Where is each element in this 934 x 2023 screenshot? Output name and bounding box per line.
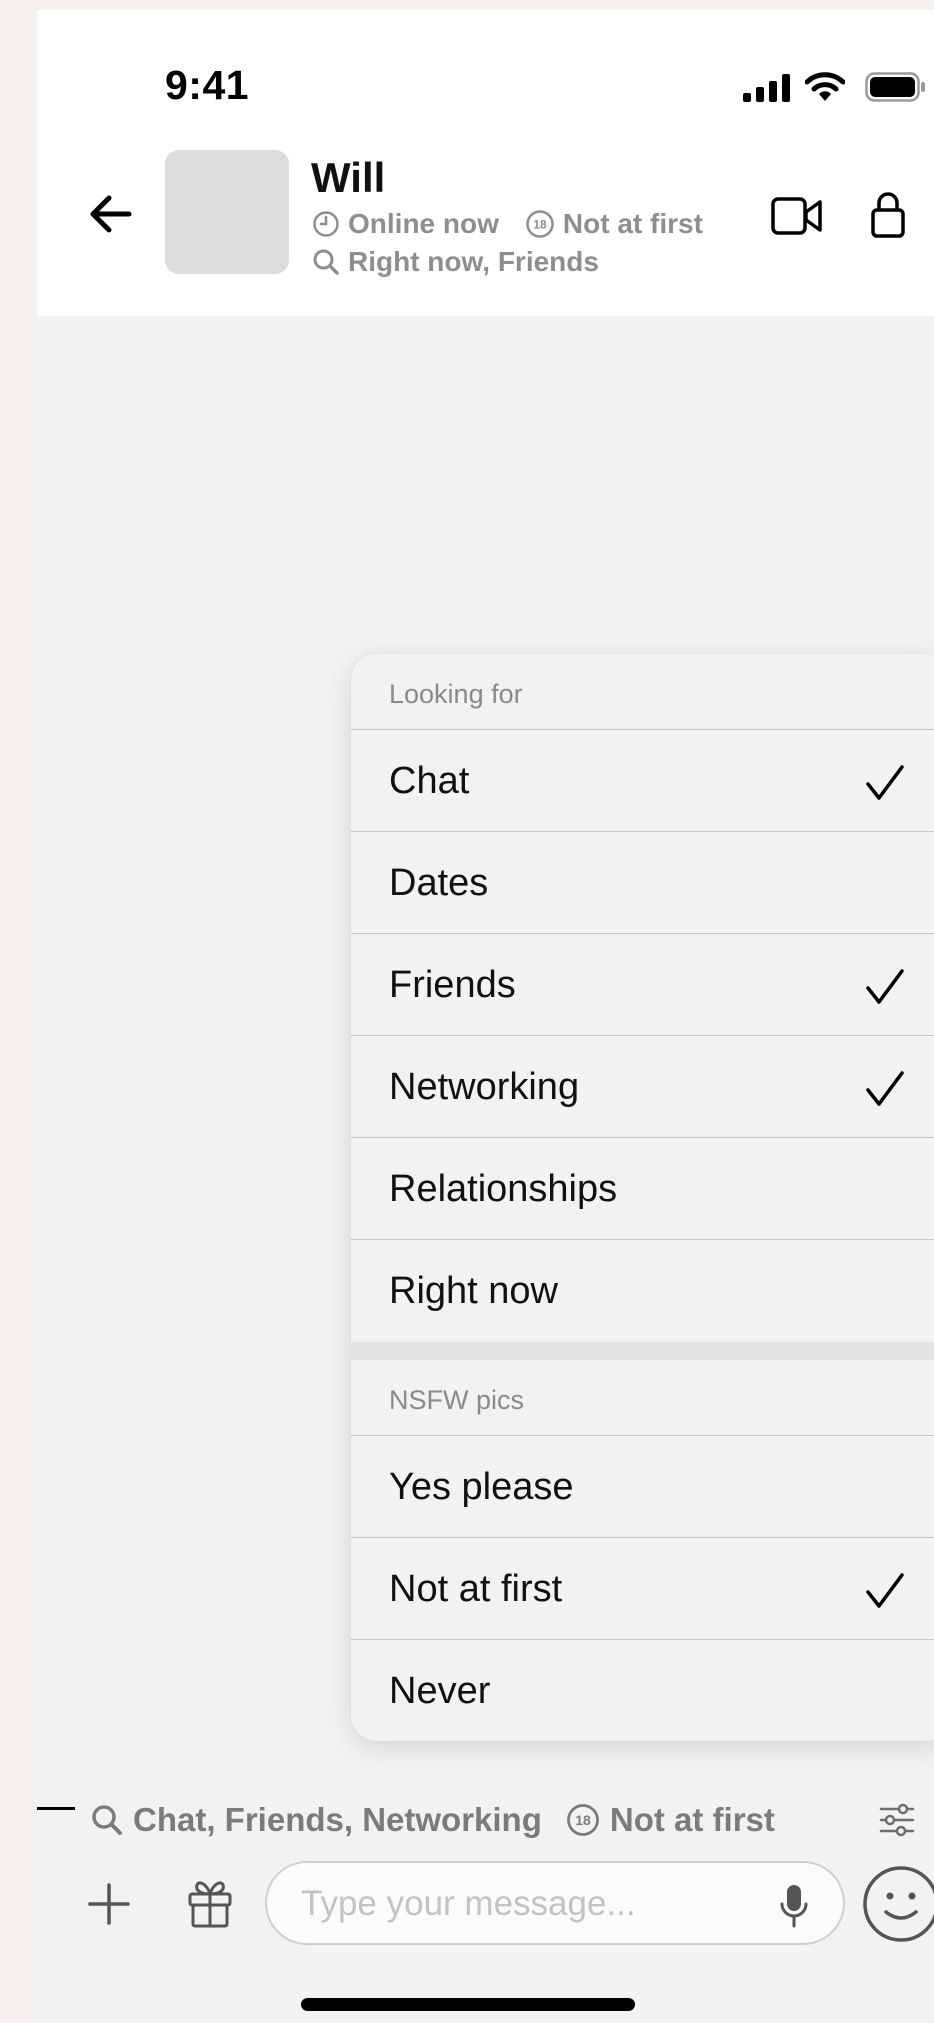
contact-status-line: Online now 18 Not at first bbox=[312, 208, 703, 240]
contact-name: Will bbox=[311, 154, 386, 201]
gift-icon bbox=[188, 1881, 232, 1928]
menu-item-relationships[interactable]: Relationships bbox=[351, 1138, 934, 1240]
video-call-icon bbox=[771, 197, 822, 235]
tags-bar[interactable]: Chat, Friends, Networking 18 Not at firs… bbox=[91, 1800, 775, 1840]
search-icon bbox=[92, 1805, 122, 1835]
message-input[interactable] bbox=[301, 1877, 731, 1931]
menu-section-nsfw-pics: NSFW pics bbox=[351, 1360, 934, 1436]
tags-nsfw: Not at first bbox=[609, 1801, 775, 1838]
cellular-signal-icon bbox=[743, 74, 790, 102]
menu-item-friends[interactable]: Friends bbox=[351, 934, 934, 1036]
checkmark-icon bbox=[866, 1573, 904, 1608]
search-icon bbox=[313, 249, 339, 275]
checkmark-icon bbox=[866, 1071, 904, 1106]
checkmark-icon bbox=[866, 765, 904, 800]
nsfw-status: Not at first bbox=[562, 208, 703, 239]
status-icons bbox=[705, 68, 934, 108]
message-input-container bbox=[265, 1861, 845, 1945]
menu-item-networking[interactable]: Networking bbox=[351, 1036, 934, 1138]
looking-for-summary: Right now, Friends bbox=[348, 246, 599, 277]
battery-icon bbox=[865, 72, 925, 102]
tags-age-badge-label: 18 bbox=[575, 1812, 591, 1828]
wifi-icon bbox=[805, 72, 845, 101]
menu-item-dates[interactable]: Dates bbox=[351, 832, 934, 934]
arrow-left-icon bbox=[90, 195, 132, 233]
home-indicator bbox=[301, 1998, 635, 2011]
voice-message-button[interactable] bbox=[779, 1883, 809, 1929]
age-18-icon: 18 bbox=[566, 1804, 599, 1836]
menu-item-chat[interactable]: Chat bbox=[351, 730, 934, 832]
checkmark-icon bbox=[866, 969, 904, 1004]
sliders-icon bbox=[879, 1803, 915, 1837]
emoji-button[interactable] bbox=[861, 1864, 934, 1944]
menu-item-not-at-first[interactable]: Not at first bbox=[351, 1538, 934, 1640]
menu-separator bbox=[351, 1342, 934, 1360]
lock-button[interactable] bbox=[871, 190, 905, 238]
lock-icon bbox=[871, 192, 905, 238]
video-call-button[interactable] bbox=[771, 196, 823, 236]
age-badge-label: 18 bbox=[533, 218, 547, 232]
back-button[interactable] bbox=[85, 190, 145, 238]
clock-icon bbox=[313, 211, 339, 237]
microphone-icon bbox=[780, 1885, 808, 1928]
tags-pointer-line bbox=[37, 1807, 75, 1810]
looking-for-line: Right now, Friends bbox=[312, 246, 599, 278]
status-time: 9:41 bbox=[165, 62, 250, 108]
menu-item-right-now[interactable]: Right now bbox=[351, 1240, 934, 1342]
tags-looking-for: Chat, Friends, Networking bbox=[133, 1801, 542, 1838]
age-18-icon: 18 bbox=[526, 210, 554, 238]
emoji-icon bbox=[863, 1866, 934, 1942]
looking-for-menu: Looking for Chat Dates Friends Networkin… bbox=[351, 654, 934, 1741]
gift-button[interactable] bbox=[187, 1878, 233, 1928]
online-status: Online now bbox=[348, 208, 499, 239]
menu-section-looking-for: Looking for bbox=[351, 654, 934, 730]
avatar[interactable] bbox=[165, 150, 289, 274]
add-attachment-button[interactable] bbox=[87, 1882, 131, 1926]
menu-item-never[interactable]: Never bbox=[351, 1640, 934, 1741]
plus-icon bbox=[88, 1883, 130, 1925]
filter-button[interactable] bbox=[879, 1803, 915, 1837]
menu-item-yes-please[interactable]: Yes please bbox=[351, 1436, 934, 1538]
chat-screen: 9:41 Will Online now 18 Not at first Rig… bbox=[37, 10, 934, 2023]
chat-header: 9:41 Will Online now 18 Not at first Rig… bbox=[37, 10, 934, 316]
